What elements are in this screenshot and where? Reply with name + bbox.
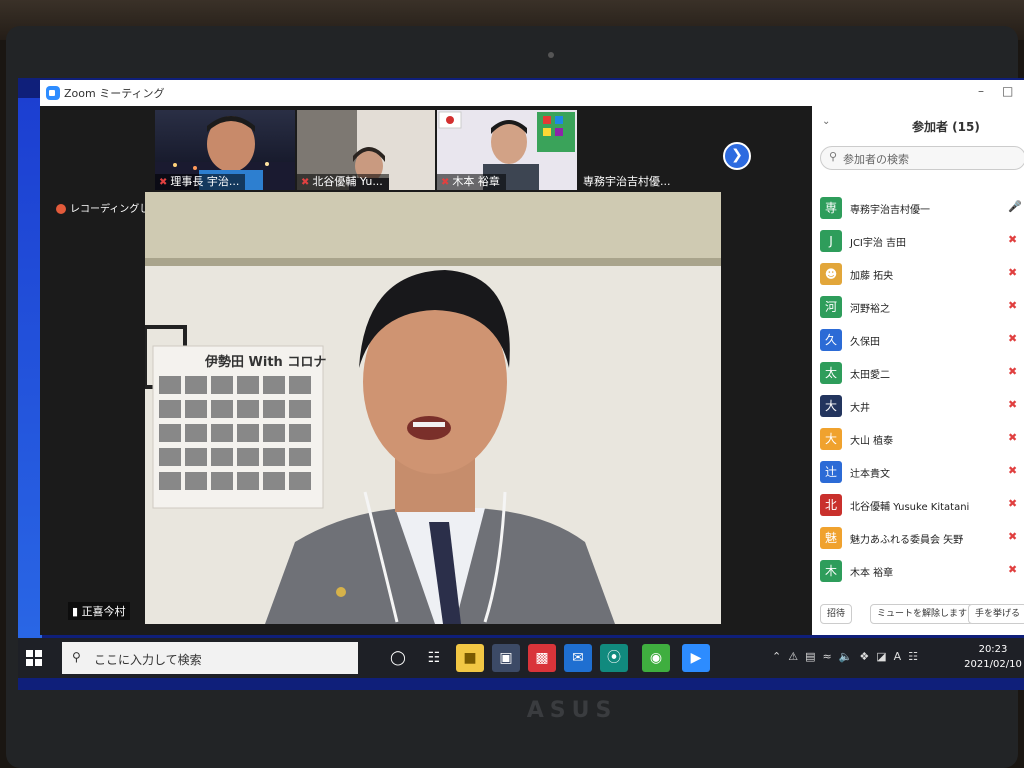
thumbnail-name: ✖ 北谷優輔 Yu...	[297, 174, 389, 190]
participant-row[interactable]: 辻 辻本貴文 ✖	[812, 456, 1024, 489]
participants-footer: 招待 ミュートを解除します 手を挙げる	[812, 598, 1024, 632]
edge-icon[interactable]: ⦿	[600, 644, 628, 672]
thumbnail-name: 専務宇治吉村優...	[583, 175, 671, 188]
mail-icon[interactable]: ✉	[564, 644, 592, 672]
participant-search-input[interactable]: ⚲ 参加者の検索	[820, 146, 1024, 170]
avatar: 河	[820, 296, 842, 318]
title-bar: Zoom ミーティング – □	[40, 80, 1024, 106]
participants-title: 参加者 (15)	[912, 120, 980, 134]
mic-icon[interactable]: 🎤	[1008, 200, 1022, 213]
poster-title: 伊勢田 With コロナ	[204, 354, 326, 370]
mic-off-icon[interactable]: ✖	[1008, 233, 1017, 246]
avatar: 魅	[820, 527, 842, 549]
thumbnail-name: ✖ 木本 裕章	[437, 174, 506, 190]
next-page-button[interactable]: ❯	[723, 142, 751, 170]
mic-off-icon[interactable]: ✖	[1008, 266, 1017, 279]
participant-row[interactable]: 大 大井 ✖	[812, 390, 1024, 423]
avatar: 北	[820, 494, 842, 516]
window-title: Zoom ミーティング	[64, 87, 165, 100]
taskbar-clock[interactable]: 20:23 2021/02/10	[962, 642, 1024, 672]
laptop-brand-logo: ASUS	[526, 698, 618, 723]
mic-off-icon: ✖	[301, 177, 310, 188]
laptop-screen: Zoom ミーティング – □ ✖ 理事長 宇治... ✖ 北谷優輔 Yu...…	[18, 78, 1024, 690]
mic-off-icon[interactable]: ✖	[1008, 464, 1017, 477]
video-thumbnail[interactable]: ✖ 北谷優輔 Yu...	[297, 110, 435, 190]
file-explorer-icon[interactable]: ■	[456, 644, 484, 672]
raise-hand-button[interactable]: 手を挙げる	[968, 604, 1024, 624]
avatar: 久	[820, 329, 842, 351]
avatar: 大	[820, 428, 842, 450]
speaker-name-label: ▮ 正喜今村	[68, 602, 130, 620]
clock-time: 20:23	[978, 644, 1008, 655]
avatar: 大	[820, 395, 842, 417]
windows-start-icon[interactable]	[26, 650, 42, 666]
avatar: 太	[820, 362, 842, 384]
participant-row[interactable]: 太 太田愛二 ✖	[812, 357, 1024, 390]
unmute-all-button[interactable]: ミュートを解除します	[870, 604, 975, 624]
minimize-icon[interactable]: –	[978, 84, 984, 98]
participants-header: ⌄ 参加者 (15)	[812, 106, 1024, 140]
mic-off-icon[interactable]: ✖	[1008, 365, 1017, 378]
cortana-icon[interactable]: ◯	[384, 644, 412, 672]
zoom-app-icon[interactable]: ▶	[682, 644, 710, 672]
mic-off-icon[interactable]: ✖	[1008, 431, 1017, 444]
participants-panel: ⌄ 参加者 (15) ⚲ 参加者の検索 専 専務宇治吉村優一 🎤 J JCI宇治…	[812, 106, 1024, 635]
avatar: 辻	[820, 461, 842, 483]
mic-off-icon[interactable]: ✖	[1008, 497, 1017, 510]
search-icon: ⚲	[829, 150, 838, 163]
participant-row[interactable]: 久 久保田 ✖	[812, 324, 1024, 357]
video-thumbnail[interactable]: 専務宇治吉村優...	[579, 110, 715, 190]
webcam-icon	[548, 52, 554, 58]
thumbnail-strip: ✖ 理事長 宇治... ✖ 北谷優輔 Yu... ✖ 木本 裕章 専務宇治吉村優…	[155, 110, 715, 190]
active-speaker-video[interactable]: 伊勢田 With コロナ	[145, 192, 721, 624]
task-view-icon[interactable]: ☷	[420, 644, 448, 672]
video-thumbnail[interactable]: ✖ 木本 裕章	[437, 110, 577, 190]
invite-button[interactable]: 招待	[820, 604, 853, 624]
participant-row[interactable]: ☻ 加藤 拓央 ✖	[812, 258, 1024, 291]
clock-date: 2021/02/10	[964, 659, 1022, 670]
line-app-icon[interactable]: ◉	[642, 644, 670, 672]
gift-icon[interactable]: ▩	[528, 644, 556, 672]
maximize-icon[interactable]: □	[1002, 84, 1013, 98]
participant-row[interactable]: 専 専務宇治吉村優一 🎤	[812, 192, 1024, 225]
mic-off-icon[interactable]: ✖	[1008, 530, 1017, 543]
participant-row[interactable]: 河 河野裕之 ✖	[812, 291, 1024, 324]
participant-row[interactable]: 大 大山 植泰 ✖	[812, 423, 1024, 456]
participant-list: 専 専務宇治吉村優一 🎤 J JCI宇治 吉田 ✖ ☻ 加藤 拓央 ✖ 河 河野…	[812, 192, 1024, 588]
taskbar-search-input[interactable]: ⚲ ここに入力して検索	[62, 642, 358, 674]
thumbnail-name: ✖ 理事長 宇治...	[155, 174, 246, 190]
speaker-video-frame: 伊勢田 With コロナ	[145, 192, 721, 624]
mic-off-icon[interactable]: ✖	[1008, 398, 1017, 411]
zoom-window: Zoom ミーティング – □ ✖ 理事長 宇治... ✖ 北谷優輔 Yu...…	[40, 80, 1024, 635]
mic-off-icon: ✖	[441, 177, 450, 188]
mic-off-icon[interactable]: ✖	[1008, 299, 1017, 312]
avatar: 専	[820, 197, 842, 219]
store-icon[interactable]: ▣	[492, 644, 520, 672]
search-icon: ⚲	[72, 650, 81, 664]
desktop-wallpaper	[18, 98, 42, 663]
participant-row[interactable]: J JCI宇治 吉田 ✖	[812, 225, 1024, 258]
signal-icon: ▮	[72, 605, 79, 618]
participant-row[interactable]: 北 北谷優輔 Yusuke Kitatani ✖	[812, 489, 1024, 522]
participant-row[interactable]: 魅 魅力あふれる委員会 矢野 ✖	[812, 522, 1024, 555]
participant-row[interactable]: 木 木本 裕章 ✖	[812, 555, 1024, 588]
zoom-logo-icon	[46, 86, 60, 100]
avatar: J	[820, 230, 842, 252]
system-tray[interactable]: ⌃ ⚠ ▤ ≈ 🔈 ❖ ◪ A ☷	[772, 650, 918, 663]
chevron-down-icon[interactable]: ⌄	[822, 116, 830, 127]
ime-indicator[interactable]: A	[894, 650, 902, 663]
windows-taskbar: ⚲ ここに入力して検索 ◯ ☷ ■ ▣ ▩ ✉ ⦿ ◉ ▶ ⌃ ⚠ ▤ ≈ 🔈 …	[18, 638, 1024, 678]
mic-off-icon[interactable]: ✖	[1008, 563, 1017, 576]
recording-icon	[56, 204, 66, 214]
avatar-image: ☻	[820, 263, 842, 285]
avatar: 木	[820, 560, 842, 582]
mic-off-icon[interactable]: ✖	[1008, 332, 1017, 345]
video-thumbnail[interactable]: ✖ 理事長 宇治...	[155, 110, 295, 190]
mic-off-icon: ✖	[159, 177, 168, 188]
